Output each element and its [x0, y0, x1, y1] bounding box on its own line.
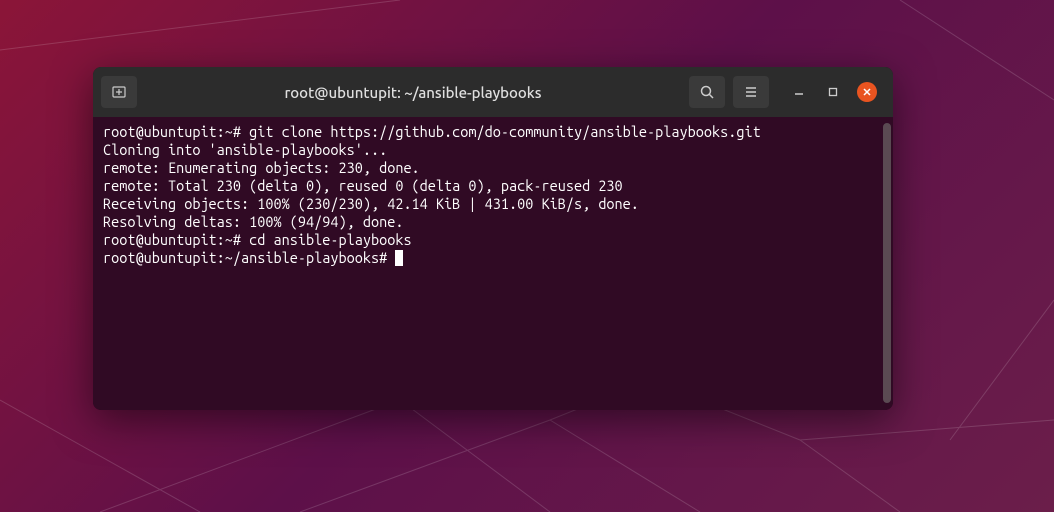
- window-controls: [777, 82, 885, 102]
- terminal-line: Receiving objects: 100% (230/230), 42.14…: [103, 195, 883, 213]
- terminal-window: root@ubuntupit: ~/ansible-playbooks: [93, 67, 893, 410]
- terminal-line: Cloning into 'ansible-playbooks'...: [103, 141, 883, 159]
- new-tab-icon: [111, 84, 127, 100]
- maximize-button[interactable]: [823, 82, 843, 102]
- window-title: root@ubuntupit: ~/ansible-playbooks: [145, 84, 681, 101]
- close-button[interactable]: [857, 82, 877, 102]
- hamburger-icon: [743, 84, 759, 100]
- terminal-prompt: root@ubuntupit:~/ansible-playbooks#: [103, 249, 395, 266]
- terminal-line: Resolving deltas: 100% (94/94), done.: [103, 213, 883, 231]
- cursor: [395, 250, 403, 266]
- minimize-button[interactable]: [789, 82, 809, 102]
- terminal-line: root@ubuntupit:~# git clone https://gith…: [103, 123, 883, 141]
- close-icon: [862, 87, 872, 97]
- search-icon: [699, 84, 715, 100]
- maximize-icon: [828, 87, 838, 97]
- minimize-icon: [794, 87, 804, 97]
- terminal-line: remote: Enumerating objects: 230, done.: [103, 159, 883, 177]
- new-tab-button[interactable]: [101, 76, 137, 108]
- search-button[interactable]: [689, 76, 725, 108]
- terminal-prompt-line: root@ubuntupit:~/ansible-playbooks#: [103, 249, 883, 267]
- scrollbar[interactable]: [883, 123, 891, 403]
- menu-button[interactable]: [733, 76, 769, 108]
- terminal-line: root@ubuntupit:~# cd ansible-playbooks: [103, 231, 883, 249]
- titlebar: root@ubuntupit: ~/ansible-playbooks: [93, 67, 893, 117]
- terminal-body[interactable]: root@ubuntupit:~# git clone https://gith…: [93, 117, 893, 410]
- terminal-line: remote: Total 230 (delta 0), reused 0 (d…: [103, 177, 883, 195]
